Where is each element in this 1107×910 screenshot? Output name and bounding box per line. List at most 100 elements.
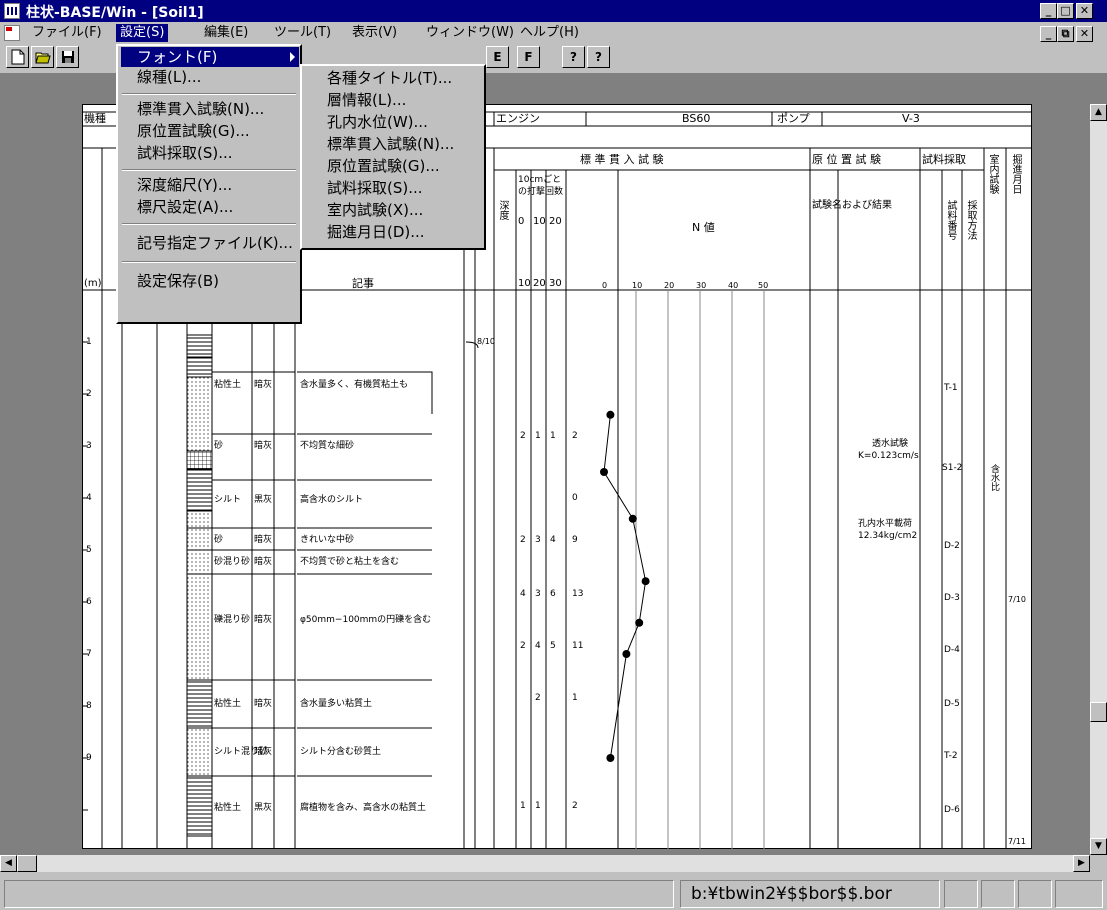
status-panel-2 xyxy=(944,880,978,908)
menu-bar: ファイル(F) 設定(S) 編集(E) ツール(T) 表示(V) ウィンドウ(W… xyxy=(0,22,1107,44)
insitu-note-3: 孔内水平載荷 xyxy=(858,519,913,529)
submenu-item-lab-test[interactable]: 室内試験(X)... xyxy=(305,200,483,220)
status-panel-main xyxy=(4,880,674,908)
machine-label: 機種 xyxy=(84,112,106,125)
pump-label: ポンプ xyxy=(777,112,810,125)
menu-item-symbol-file[interactable]: 記号指定ファイル(K)... xyxy=(121,233,299,253)
minimize-button[interactable]: _ xyxy=(1040,3,1057,19)
engine-label: エンジン xyxy=(496,112,540,125)
vertical-scroll-thumb[interactable] xyxy=(1090,702,1107,722)
layer-soil-6: 礫混り砂 xyxy=(214,615,251,625)
blow-row-5-b: 4 xyxy=(535,641,541,651)
sample-id-4: D-3 xyxy=(944,593,960,603)
n-tick-50: 50 xyxy=(758,281,769,290)
whats-this-help-button[interactable]: ? xyxy=(587,46,610,68)
layer-color-7: 暗灰 xyxy=(254,699,273,709)
blow-row-4-b: 3 xyxy=(535,589,541,599)
blow-row-7-n: 2 xyxy=(572,801,578,811)
layer-desc-5: 不均質で砂と粘土を含む xyxy=(300,557,400,567)
layer-desc-1: 含水量多く、有機質粘土も xyxy=(300,380,409,390)
layer-soil-1: 粘性土 xyxy=(214,380,242,390)
app-icon[interactable] xyxy=(4,3,20,19)
status-panel-4 xyxy=(1018,880,1052,908)
menu-item-line-type[interactable]: 線種(L)... xyxy=(121,67,299,87)
submenu-item-sampling[interactable]: 試料採取(S)... xyxy=(305,178,483,198)
menu-item-insitu-test[interactable]: 原位置試験(G)... xyxy=(121,121,299,141)
spt-title: 標 準 貫 入 試 験 xyxy=(580,153,664,166)
submenu-item-titles[interactable]: 各種タイトル(T)... xyxy=(305,68,483,88)
blow-row-5-n: 11 xyxy=(572,641,584,651)
insitu-note-1: 透水試験 xyxy=(872,439,909,449)
blow-row-7-b: 1 xyxy=(535,801,541,811)
menu-edit[interactable]: 編集(E) xyxy=(200,24,252,42)
scroll-down-arrow-icon[interactable]: ▼ xyxy=(1090,838,1107,855)
submenu-item-insitu-test[interactable]: 原位置試験(G)... xyxy=(305,156,483,176)
layer-desc-2: 不均質な細砂 xyxy=(300,441,355,451)
new-file-button[interactable] xyxy=(6,46,29,68)
doc-close-button[interactable]: ✕ xyxy=(1076,26,1093,42)
sample-id-2: S1-2 xyxy=(942,463,963,473)
layer-color-9: 黒灰 xyxy=(254,803,273,813)
date-2: 7/10 xyxy=(1008,595,1026,604)
layer-soil-3: シルト xyxy=(214,495,242,505)
menu-settings[interactable]: 設定(S) xyxy=(116,24,169,42)
menu-separator xyxy=(122,223,296,225)
engine-value: BS60 xyxy=(682,112,711,125)
depth-tick-5: 5 xyxy=(86,545,92,555)
sample-id-7: T-2 xyxy=(944,751,958,761)
document-icon[interactable] xyxy=(4,25,20,41)
menu-item-sampling[interactable]: 試料採取(S)... xyxy=(121,143,299,163)
layer-soil-5: 砂混り砂 xyxy=(214,557,251,567)
menu-view[interactable]: 表示(V) xyxy=(348,24,401,42)
e-button[interactable]: E xyxy=(486,46,509,68)
f-button[interactable]: F xyxy=(517,46,540,68)
layer-desc-3: 高含水のシルト xyxy=(300,495,364,505)
n-value-point xyxy=(628,514,637,523)
vertical-scrollbar[interactable]: ▲ ▼ xyxy=(1090,104,1107,855)
submenu-item-digging-date[interactable]: 掘進月日(D)... xyxy=(305,222,483,242)
horizontal-scrollbar[interactable]: ◀ ▶ xyxy=(0,855,1090,872)
close-button[interactable]: ✕ xyxy=(1076,3,1093,19)
settings-dropdown-menu: フォント(F) 線種(L)... 標準貫入試験(N)... 原位置試験(G)..… xyxy=(116,44,302,324)
scroll-left-arrow-icon[interactable]: ◀ xyxy=(0,855,17,872)
submenu-item-water-level[interactable]: 孔内水位(W)... xyxy=(305,112,483,132)
lab-title: 室内試験 xyxy=(987,154,998,194)
menu-separator xyxy=(122,169,296,171)
menu-item-font[interactable]: フォント(F) xyxy=(121,47,299,67)
depth-tick-1: 1 xyxy=(86,337,92,347)
layer-color-2: 暗灰 xyxy=(254,441,273,451)
menu-item-scale-settings[interactable]: 標尺設定(A)... xyxy=(121,197,299,217)
maximize-button[interactable]: □ xyxy=(1057,3,1074,19)
submenu-item-layer-info[interactable]: 層情報(L)... xyxy=(305,90,483,110)
doc-restore-button[interactable]: ⧉ xyxy=(1057,26,1074,42)
sample-id-6: D-5 xyxy=(944,699,960,709)
open-file-button[interactable] xyxy=(31,46,54,68)
scroll-up-arrow-icon[interactable]: ▲ xyxy=(1090,104,1107,121)
status-file-path: b:¥tbwin2¥$$bor$$.bor xyxy=(680,880,940,908)
n-value-point xyxy=(606,754,615,762)
blow-row-3-a: 2 xyxy=(520,535,526,545)
pump-value: V-3 xyxy=(902,112,920,125)
blow-row-7-a: 1 xyxy=(520,801,526,811)
blow-row-6-n: 1 xyxy=(572,693,578,703)
scroll-right-arrow-icon[interactable]: ▶ xyxy=(1073,855,1090,872)
blow-row-6-b: 2 xyxy=(535,693,541,703)
menu-file[interactable]: ファイル(F) xyxy=(28,24,106,42)
n-value-point xyxy=(606,410,615,419)
menu-item-spt[interactable]: 標準貫入試験(N)... xyxy=(121,99,299,119)
menu-help[interactable]: ヘルプ(H) xyxy=(516,24,583,42)
menu-item-depth-scale[interactable]: 深度縮尺(Y)... xyxy=(121,175,299,195)
help-button[interactable]: ? xyxy=(562,46,585,68)
submenu-item-spt[interactable]: 標準貫入試験(N)... xyxy=(305,134,483,154)
n-tick-30: 30 xyxy=(696,281,707,290)
menu-window[interactable]: ウィンドウ(W) xyxy=(422,24,518,42)
doc-minimize-button[interactable]: _ xyxy=(1040,26,1057,42)
menu-tools[interactable]: ツール(T) xyxy=(270,24,335,42)
status-panel-3 xyxy=(981,880,1015,908)
menu-item-save-settings[interactable]: 設定保存(B) xyxy=(121,271,299,291)
save-file-button[interactable] xyxy=(56,46,79,68)
horizontal-scroll-thumb[interactable] xyxy=(17,855,37,872)
blow-row-4-n: 13 xyxy=(572,589,584,599)
layer-soil-9: 粘性土 xyxy=(214,803,242,813)
window-title: 柱状-BASE/Win - [Soil1] xyxy=(26,5,204,21)
